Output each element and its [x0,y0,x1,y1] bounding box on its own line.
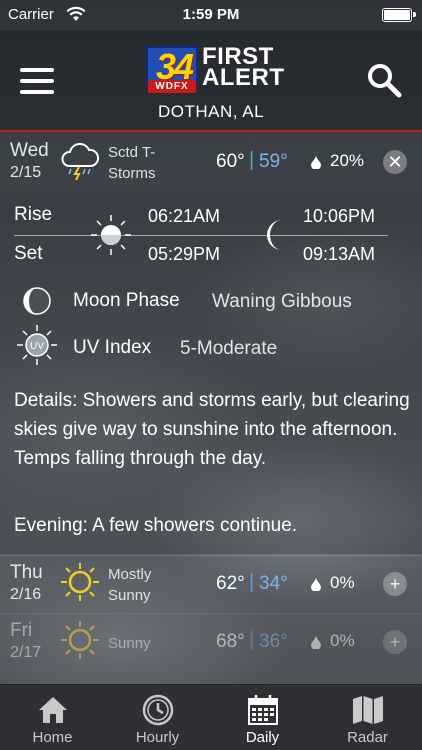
uv-index-label: UV Index [73,337,152,358]
high-temp: 62° [216,573,245,594]
menu-bar [20,68,54,72]
moon-phase-icon [23,287,51,315]
day-details-panel: Rise Set 06:21AM 05:29PM 10:06PM 09:13AM… [0,192,422,554]
logo-brand-line: ALERT [202,64,285,91]
expand-day-button[interactable]: + [383,630,407,654]
precip-chance: 0% [330,631,355,650]
precip-chance: 20% [330,151,365,170]
raindrop-icon [311,155,321,169]
tab-daily[interactable]: Daily [210,685,315,750]
evening-forecast-text: Evening: A few showers continue. [14,515,298,536]
raindrop-icon [311,635,321,649]
menu-bar [20,90,54,94]
rise-label: Rise [14,204,53,225]
calendar-icon [248,695,278,725]
horizon-line [14,235,388,236]
tab-label: Hourly [135,729,180,746]
high-temp: 60° [216,151,245,172]
temp-separator: | [249,571,255,593]
set-label: Set [14,243,43,264]
map-icon [353,696,383,724]
high-temp: 68° [216,631,245,652]
day-condition: Sunny [108,635,151,652]
day-row-wed[interactable]: Wed 2/15 Sctd T- Storms 60° | 59° 20% ✕ [0,134,422,192]
day-condition: Sctd T- Storms [108,142,198,184]
sunrise-time: 06:21AM [148,206,221,226]
uv-index-icon: UV [17,325,57,365]
moon-phase-label: Moon Phase [73,290,180,311]
day-condition: Mostly Sunny [108,564,198,606]
location-label: DOTHAN, AL [157,102,265,121]
menu-bar [20,79,54,83]
status-bar: Carrier 1:59 PM [0,0,422,30]
clock-time: 1:59 PM [182,6,240,23]
tab-label: Home [32,729,73,746]
battery-icon [382,8,416,22]
day-name: Wed [10,140,49,161]
tab-label: Daily [245,729,280,746]
low-temp: 36° [259,631,288,652]
temp-separator: | [249,629,255,651]
forecast-details-text: Details: Showers and storms early, but c… [14,390,410,469]
moonrise-time: 10:06PM [303,206,376,226]
bottom-tab-bar: Home Hourly Daily Radar [0,684,422,750]
low-temp: 59° [259,151,288,172]
condition-line: Sctd T- [108,144,156,161]
condition-line: Mostly [108,566,152,583]
sun-icon [61,563,99,601]
day-date: 2/16 [10,586,42,603]
moonset-time: 09:13AM [303,244,376,264]
uv-index-value: 5-Moderate [180,338,278,359]
sun-icon [61,621,99,659]
condition-line: Storms [108,165,156,182]
tab-home[interactable]: Home [0,685,105,750]
close-details-button[interactable]: ✕ [383,150,407,174]
day-name: Thu [10,562,43,583]
day-name: Fri [10,620,33,641]
uv-badge-text: UV [30,341,44,352]
day-date: 2/15 [10,164,42,181]
sunset-time: 05:29PM [148,244,221,264]
day-date: 2/17 [10,644,42,661]
tab-label: Radar [347,729,388,746]
sunrise-sun-icon [91,215,131,255]
logo-brand: FIRST ALERT [202,45,285,91]
tab-radar[interactable]: Radar [315,685,420,750]
low-temp: 34° [259,573,288,594]
day-row-fri[interactable]: Fri 2/17 Sunny 68° | 36° 0% + [0,613,422,671]
day-row-thu[interactable]: Thu 2/16 Mostly Sunny 62° | 34° 0% + [0,555,422,613]
app-header: 34 WDFX FIRST ALERT DOTHAN, AL [0,30,422,132]
clock-icon [142,694,174,726]
home-icon [39,697,67,723]
raindrop-icon [311,577,321,591]
temp-separator: | [249,149,255,171]
station-logo: 34 WDFX FIRST ALERT [146,45,284,94]
menu-button[interactable] [20,68,54,94]
moon-phase-value: Waning Gibbous [212,291,352,312]
thunderstorm-cloud-icon [61,142,100,180]
logo-call-sign: WDFX [148,80,196,93]
crescent-moon-icon [267,220,282,250]
expand-day-button[interactable]: + [383,572,407,596]
precip-chance: 0% [330,573,355,592]
search-icon[interactable] [366,62,402,98]
condition-line: Sunny [108,587,151,604]
tab-hourly[interactable]: Hourly [105,685,210,750]
